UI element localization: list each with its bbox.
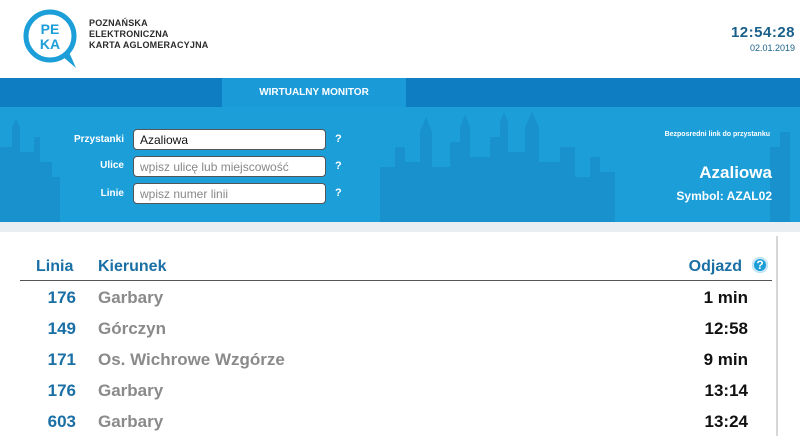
departure-rows: 176 Garbary 1 min 149 Górczyn 12:58 171 … [20,282,772,437]
search-panel: Przystanki ? Ulice ? Linie ? Bezposredni… [0,107,800,222]
departure-board: Linia Kierunek Odjazd ? 176 Garbary 1 mi… [0,232,800,441]
row-direction: Garbary [98,412,164,431]
scrollbar[interactable] [772,232,800,441]
row-line: 149 [47,319,76,338]
board-header: Linia Kierunek Odjazd ? [20,254,772,281]
logo-text-top: PE [41,21,60,37]
nav-bar: WIRTUALNY MONITOR [0,78,800,107]
clock-time: 12:54:28 [730,24,795,41]
row-direction: Garbary [98,381,164,400]
street-input[interactable] [133,156,326,177]
tab-virtual-monitor[interactable]: WIRTUALNY MONITOR [222,78,406,107]
peka-logo[interactable]: PE KA [22,8,82,70]
row-direction: Górczyn [98,319,167,338]
stop-input[interactable] [133,129,326,150]
row-departure: 9 min [703,350,748,369]
stop-help-icon[interactable]: ? [335,133,342,145]
row-departure: 1 min [703,288,748,307]
table-row: 176 Garbary 13:14 [20,375,772,406]
page-header: PE KA POZNAŃSKA ELEKTRONICZNA KARTA AGLO… [0,0,800,78]
row-line: 176 [47,381,76,400]
row-line: 171 [47,350,76,369]
column-header-line: Linia [36,258,74,275]
line-input[interactable] [133,183,326,204]
table-row: 603 Garbary 13:24 [20,406,772,437]
brand-name: POZNAŃSKA ELEKTRONICZNA KARTA AGLOMERACY… [89,18,208,51]
street-help-icon[interactable]: ? [335,160,342,172]
table-row: 149 Górczyn 12:58 [20,313,772,344]
line-help-icon[interactable]: ? [335,187,342,199]
street-label: Ulice [100,160,124,171]
brand-line-3: KARTA AGLOMERACYJNA [89,40,209,50]
row-line: 603 [47,412,76,431]
clock: 12:54:28 02.01.2019 [731,24,795,53]
column-header-direction: Kierunek [98,258,167,275]
brand-line-2: ELEKTRONICZNA [89,29,169,39]
row-departure: 13:14 [704,381,748,400]
direct-link[interactable]: Bezposredni link do przystanku [665,131,770,138]
brand-line-1: POZNAŃSKA [89,18,148,28]
section-divider [0,222,800,232]
stop-label: Przystanki [73,134,124,145]
row-direction: Garbary [98,288,164,307]
stop-name: Azaliowa [699,163,772,182]
row-departure: 12:58 [704,319,748,338]
clock-date: 02.01.2019 [749,43,795,53]
column-header-departure: Odjazd [688,258,742,275]
logo-text-bottom: KA [40,36,60,52]
line-label: Linie [100,188,124,199]
row-line: 176 [47,288,76,307]
table-row: 171 Os. Wichrowe Wzgórze 9 min [20,344,772,375]
scrollbar-track[interactable] [776,236,778,436]
stop-symbol: Symbol: AZAL02 [676,189,772,203]
row-direction: Os. Wichrowe Wzgórze [98,350,285,369]
table-row: 176 Garbary 1 min [20,282,772,313]
peka-logo-icon: PE KA [23,9,77,68]
departure-help-icon[interactable]: ? [752,257,768,273]
row-departure: 13:24 [704,412,748,431]
